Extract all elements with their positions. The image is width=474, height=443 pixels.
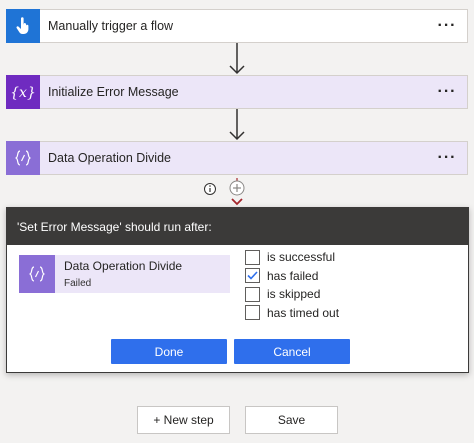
option-is-successful[interactable]: is successful bbox=[245, 248, 339, 267]
run-after-dialog: 'Set Error Message' should run after: Da… bbox=[6, 207, 469, 373]
more-options-button[interactable]: ··· bbox=[427, 17, 467, 35]
data-operation-icon bbox=[6, 141, 40, 175]
option-label: has timed out bbox=[267, 305, 340, 320]
step-card-initialize-variable[interactable]: {x} Initialize Error Message ··· bbox=[6, 75, 468, 109]
option-has-failed[interactable]: has failed bbox=[245, 267, 339, 286]
new-step-button[interactable]: + New step bbox=[137, 406, 230, 434]
action-name: Data Operation Divide bbox=[64, 259, 183, 273]
more-options-button[interactable]: ··· bbox=[427, 149, 467, 167]
save-button[interactable]: Save bbox=[245, 406, 338, 434]
option-has-timed-out[interactable]: has timed out bbox=[245, 304, 339, 323]
arrow-down-icon bbox=[227, 109, 247, 141]
info-icon[interactable] bbox=[204, 183, 216, 195]
option-label: is successful bbox=[267, 250, 336, 265]
step-title: Initialize Error Message bbox=[48, 85, 179, 99]
checkbox[interactable] bbox=[245, 286, 260, 302]
svg-text:{x}: {x} bbox=[10, 85, 36, 101]
arrow-down-icon bbox=[227, 43, 247, 75]
add-step-icon[interactable] bbox=[229, 180, 245, 196]
run-after-options: is successful has failed is skipped has … bbox=[245, 248, 339, 322]
checkbox-checked[interactable] bbox=[245, 268, 260, 284]
variable-icon: {x} bbox=[6, 75, 40, 109]
step-title: Manually trigger a flow bbox=[48, 19, 174, 33]
step-card-manual-trigger[interactable]: Manually trigger a flow ··· bbox=[6, 9, 468, 43]
run-after-action-card: Data Operation Divide Failed bbox=[19, 255, 230, 293]
data-operation-icon bbox=[19, 255, 55, 293]
checkmark-icon bbox=[247, 271, 258, 280]
cancel-button[interactable]: Cancel bbox=[234, 339, 350, 364]
action-status: Failed bbox=[64, 278, 92, 289]
option-label: has failed bbox=[267, 268, 319, 283]
option-label: is skipped bbox=[267, 287, 321, 302]
dialog-header: 'Set Error Message' should run after: bbox=[7, 208, 468, 245]
step-card-data-operation-divide[interactable]: Data Operation Divide ··· bbox=[6, 141, 468, 175]
checkbox[interactable] bbox=[245, 249, 260, 265]
step-connector bbox=[200, 178, 280, 208]
more-options-button[interactable]: ··· bbox=[427, 83, 467, 101]
done-button[interactable]: Done bbox=[111, 339, 227, 364]
checkbox[interactable] bbox=[245, 305, 260, 321]
step-title: Data Operation Divide bbox=[48, 151, 171, 165]
option-is-skipped[interactable]: is skipped bbox=[245, 285, 339, 304]
hand-pointer-icon bbox=[6, 9, 40, 43]
